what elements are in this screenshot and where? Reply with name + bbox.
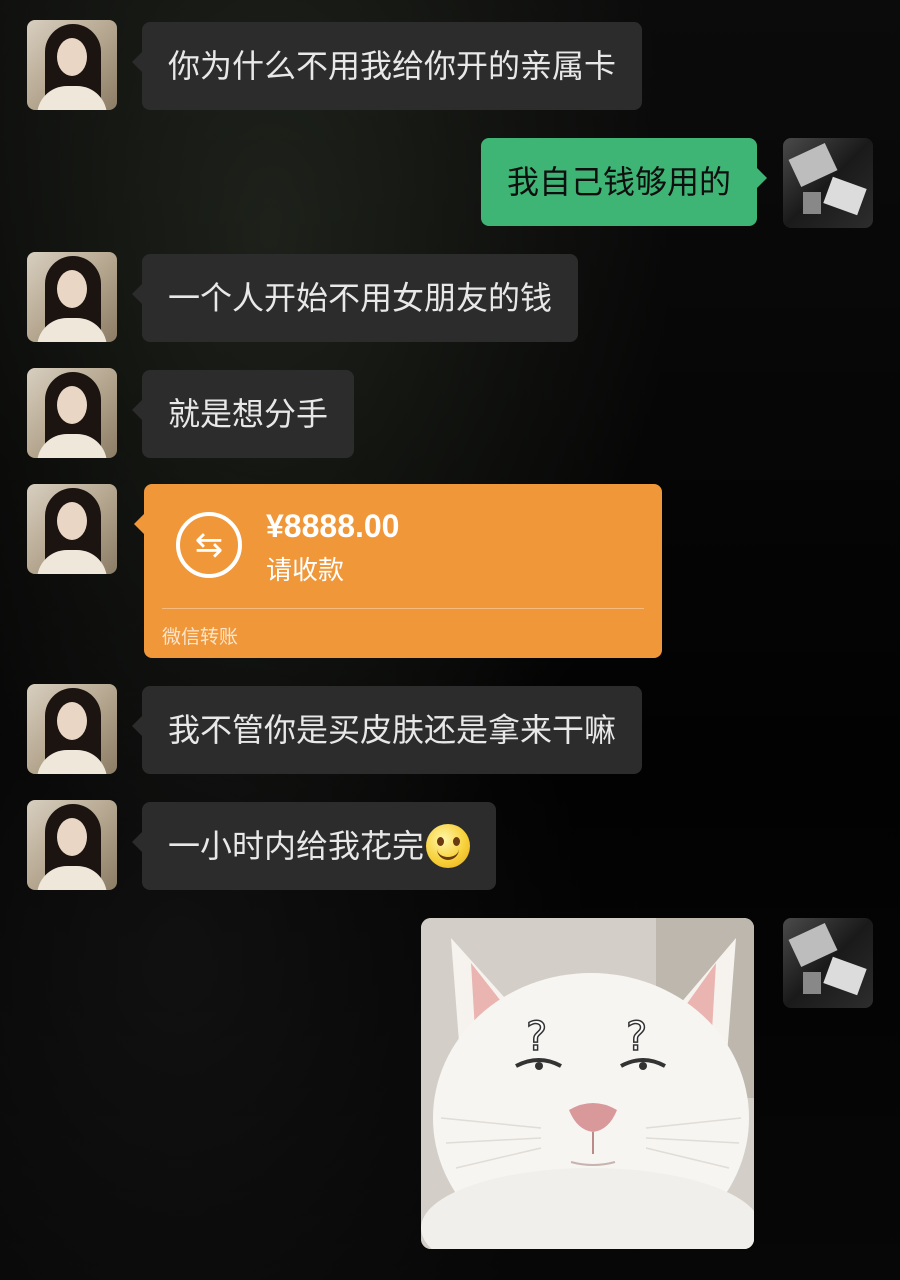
outgoing-message[interactable]: 我自己钱够用的 bbox=[480, 138, 768, 226]
incoming-message[interactable]: 就是想分手 bbox=[131, 370, 355, 458]
cat-sticker-image[interactable]: ? ? bbox=[421, 918, 754, 1249]
my-avatar[interactable] bbox=[783, 918, 873, 1008]
white-cat-illustration: ? ? bbox=[421, 918, 754, 1249]
transfer-arrows-icon: ⇆ bbox=[176, 512, 242, 578]
message-text: 你为什么不用我给你开的亲属卡 bbox=[168, 47, 617, 85]
contact-avatar[interactable] bbox=[27, 20, 117, 110]
incoming-message[interactable]: 一个人开始不用女朋友的钱 bbox=[131, 254, 579, 342]
contact-avatar[interactable] bbox=[27, 368, 117, 458]
svg-text:?: ? bbox=[526, 1014, 547, 1060]
contact-avatar[interactable] bbox=[27, 484, 117, 574]
message-text: 一小时内给我花完 bbox=[168, 827, 425, 865]
message-text: 就是想分手 bbox=[168, 395, 329, 433]
message-text: 我自己钱够用的 bbox=[506, 163, 731, 201]
contact-avatar[interactable] bbox=[27, 684, 117, 774]
message-text: 一个人开始不用女朋友的钱 bbox=[168, 279, 553, 317]
transfer-footer: 微信转账 bbox=[162, 626, 239, 648]
transfer-divider bbox=[162, 608, 644, 609]
incoming-message[interactable]: 我不管你是买皮肤还是拿来干嘛 bbox=[131, 686, 643, 774]
contact-avatar[interactable] bbox=[27, 252, 117, 342]
my-avatar[interactable] bbox=[783, 138, 873, 228]
transfer-amount: ¥8888.00 bbox=[266, 508, 400, 544]
incoming-message[interactable]: 一小时内给我花完 bbox=[131, 802, 497, 890]
contact-avatar[interactable] bbox=[27, 800, 117, 890]
message-text: 我不管你是买皮肤还是拿来干嘛 bbox=[168, 711, 617, 749]
transfer-note: 请收款 bbox=[266, 556, 345, 586]
incoming-message[interactable]: 你为什么不用我给你开的亲属卡 bbox=[131, 22, 643, 110]
smile-emoji-icon bbox=[426, 824, 471, 868]
svg-text:?: ? bbox=[626, 1014, 647, 1060]
wechat-transfer-card[interactable]: ⇆ ¥8888.00 请收款 微信转账 bbox=[134, 484, 662, 658]
